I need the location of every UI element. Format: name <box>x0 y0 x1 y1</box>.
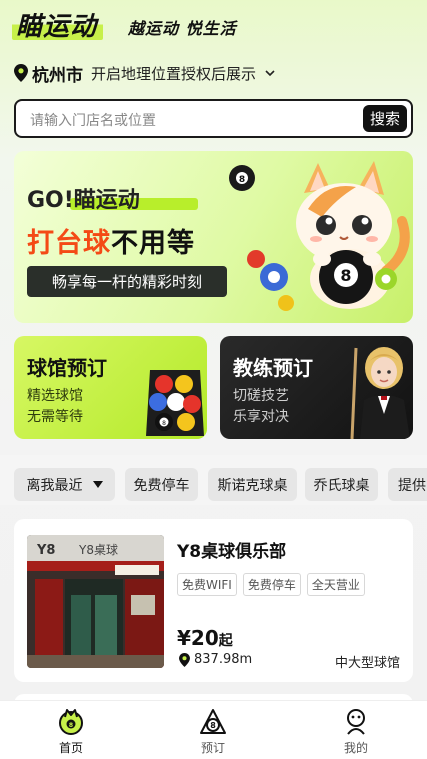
coach-booking-sub1: 切磋技艺 <box>233 388 289 404</box>
search-input[interactable]: 请输入门店名或位置 <box>30 110 156 130</box>
venue-distance: 837.98m <box>179 652 252 667</box>
banner-title-highlight: 打台球 <box>27 228 111 259</box>
venue-distance-value: 837.98m <box>194 652 253 667</box>
filter-chip-label: 离我最近 <box>26 477 83 494</box>
filter-chip-provide[interactable]: 提供 <box>388 468 427 501</box>
search-bar[interactable]: 请输入门店名或位置 搜索 <box>14 99 413 138</box>
filter-chip-free-parking[interactable]: 免费停车 <box>125 468 198 501</box>
venue-booking-card[interactable]: 球馆预订 精选球馆 无需等待 8 <box>14 336 207 439</box>
coach-booking-sub2: 乐享对决 <box>233 409 289 425</box>
svg-text:8: 8 <box>69 722 73 729</box>
tab-home[interactable]: 8 首页 <box>41 707 101 757</box>
cat-mascot-illustration: 8 8 <box>229 161 410 311</box>
coach-booking-title: 教练预订 <box>233 356 313 380</box>
app-logo: 瞄运动 <box>12 6 104 42</box>
profile-icon <box>347 709 365 735</box>
filter-bar: 离我最近 免费停车 斯诺克球桌 乔氏球桌 提供 <box>0 455 427 505</box>
svg-text:8: 8 <box>162 420 166 427</box>
location-selector[interactable]: 杭州市 开启地理位置授权后展示 <box>14 60 276 86</box>
bottom-tab-bar: 8 首页 8 预订 我的 <box>0 700 427 759</box>
venue-tag: 免费停车 <box>242 573 301 596</box>
venue-price-suffix: 起 <box>218 633 233 649</box>
coach-booking-card[interactable]: 教练预订 切磋技艺 乐享对决 <box>220 336 413 439</box>
banner-headline: GO!瞄运动 <box>27 188 140 213</box>
venue-photo-sign: Y8桌球 <box>78 543 118 557</box>
venue-name: Y8桌球俱乐部 <box>177 542 287 562</box>
venue-photo: Y8 Y8桌球 <box>27 535 164 668</box>
app-header: 瞄运动 越运动 悦生活 <box>12 6 417 46</box>
chevron-down-icon <box>265 70 275 77</box>
svg-text:8: 8 <box>239 175 245 185</box>
coach-avatar-illustration <box>350 347 410 439</box>
venue-storefront-image: Y8 Y8桌球 <box>27 535 164 668</box>
location-pin-icon <box>14 64 28 82</box>
search-button[interactable]: 搜索 <box>363 105 407 132</box>
tab-label: 我的 <box>343 741 368 755</box>
venue-price-value: ¥20 <box>177 626 219 650</box>
home-icon: 8 <box>59 709 83 735</box>
tab-label: 预订 <box>200 741 225 755</box>
filter-chip-nearest[interactable]: 离我最近 <box>14 468 115 501</box>
app-slogan: 越运动 悦生活 <box>128 19 237 38</box>
billiard-rack-illustration: 8 <box>146 370 204 436</box>
venue-booking-sub1: 精选球馆 <box>27 388 83 404</box>
venue-booking-title: 球馆预订 <box>27 356 107 380</box>
svg-text:Y8: Y8 <box>36 543 55 558</box>
tab-profile[interactable]: 我的 <box>326 707 386 757</box>
banner-tagline: 畅享每一杆的精彩时刻 <box>27 266 227 297</box>
promo-banner[interactable]: GO!瞄运动 打台球不用等 畅享每一杆的精彩时刻 8 8 <box>14 151 413 323</box>
tab-label: 首页 <box>58 741 83 755</box>
svg-text:8: 8 <box>210 721 216 730</box>
venue-tag: 免费WIFI <box>177 573 237 596</box>
venue-price: ¥20起 <box>177 626 233 650</box>
location-pin-icon <box>179 652 190 667</box>
venue-booking-sub2: 无需等待 <box>27 409 83 425</box>
filter-chip-snooker-table[interactable]: 斯诺克球桌 <box>208 468 297 501</box>
location-hint: 开启地理位置授权后展示 <box>91 64 257 83</box>
venue-card[interactable]: Y8 Y8桌球 Y8桌球俱乐部 免费WIFI 免费停车 全天营业 ¥20起 83… <box>14 519 413 682</box>
booking-icon: 8 <box>200 709 226 734</box>
tab-booking[interactable]: 8 预订 <box>183 707 243 757</box>
svg-text:8: 8 <box>340 266 351 285</box>
banner-title-rest: 不用等 <box>111 228 195 259</box>
caret-down-icon <box>92 481 103 488</box>
venue-tags: 免费WIFI 免费停车 全天营业 <box>177 573 365 596</box>
venue-tag: 全天营业 <box>306 573 365 596</box>
banner-title: 打台球不用等 <box>27 221 195 260</box>
venue-type: 中大型球馆 <box>334 656 400 671</box>
filter-chip-joy-table[interactable]: 乔氏球桌 <box>305 468 378 501</box>
city-name: 杭州市 <box>32 65 83 86</box>
